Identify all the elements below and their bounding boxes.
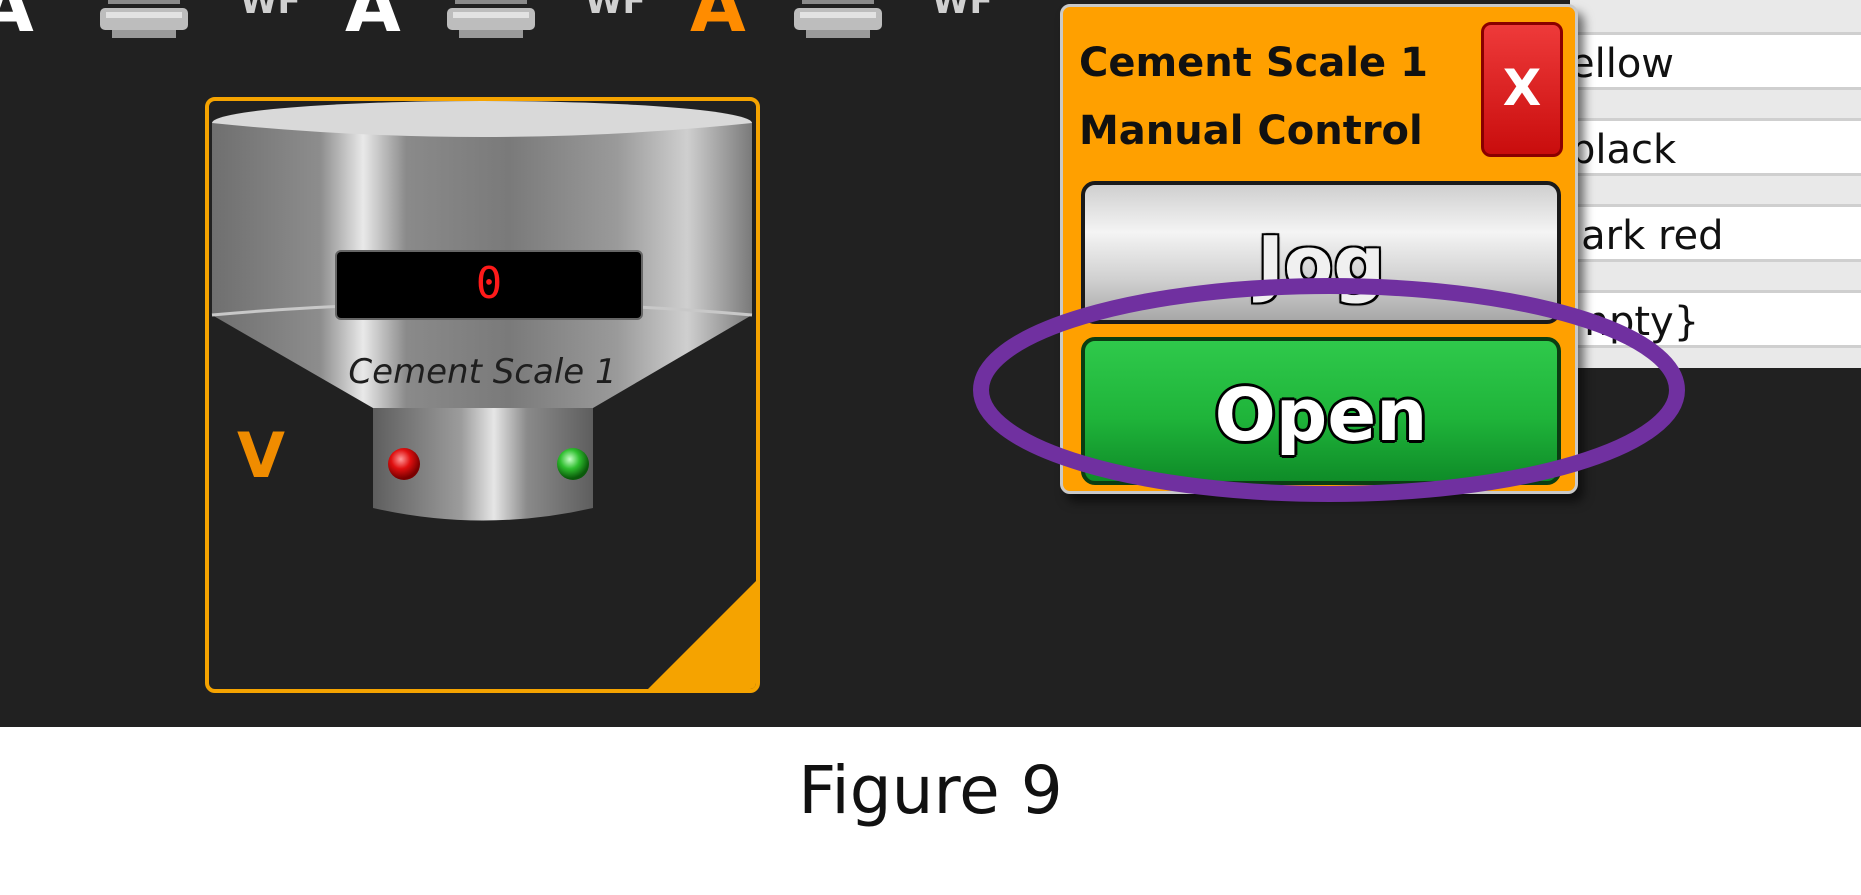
close-button[interactable]: X (1481, 22, 1563, 157)
status-light-red (388, 448, 420, 480)
list-item-text: black (1570, 127, 1677, 173)
scale-name-label: Cement Scale 1 (348, 352, 617, 392)
wf-label: WF (585, 0, 646, 22)
list-item-text: mpty} (1570, 299, 1700, 345)
list-item[interactable]: ellow (1570, 32, 1861, 90)
open-button-label: Open (1214, 373, 1428, 457)
list-item[interactable]: black (1570, 118, 1861, 176)
property-list: ellow black lark red mpty} (1570, 0, 1861, 368)
popup-title-line1: Cement Scale 1 (1079, 40, 1428, 86)
figure-caption: Figure 9 (798, 752, 1063, 829)
manual-control-popup: Cement Scale 1 Manual Control X Jog Open (1060, 4, 1578, 494)
weight-readout: 0 (335, 250, 643, 320)
popup-title: Cement Scale 1 Manual Control (1079, 29, 1459, 165)
jog-button-label: Jog (1257, 221, 1385, 305)
valve-icon[interactable] (98, 0, 190, 44)
list-item[interactable]: mpty} (1570, 290, 1861, 348)
wf-label: WF (240, 0, 301, 22)
hopper-icon (211, 101, 753, 521)
hmi-screen: A WF A WF A WF 0 Cement Scale 1 V ellow … (0, 0, 1861, 727)
jog-button[interactable]: Jog (1081, 181, 1561, 324)
valve-indicator: V (237, 419, 285, 492)
valve-icon[interactable] (445, 0, 537, 44)
close-icon: X (1502, 59, 1542, 117)
wf-label: WF (932, 0, 993, 22)
status-light-green (557, 448, 589, 480)
list-item-text: lark red (1570, 213, 1724, 259)
mode-letter: A (0, 0, 34, 48)
valve-icon[interactable] (792, 0, 884, 44)
mode-letter-active: A (690, 0, 746, 48)
mode-letter: A (345, 0, 401, 48)
popup-title-line2: Manual Control (1079, 108, 1423, 154)
cement-scale-panel[interactable]: 0 Cement Scale 1 V (205, 97, 760, 693)
open-button[interactable]: Open (1081, 337, 1561, 485)
list-item-text: ellow (1570, 41, 1675, 87)
list-item[interactable]: lark red (1570, 204, 1861, 262)
corner-marker-icon (648, 581, 756, 689)
